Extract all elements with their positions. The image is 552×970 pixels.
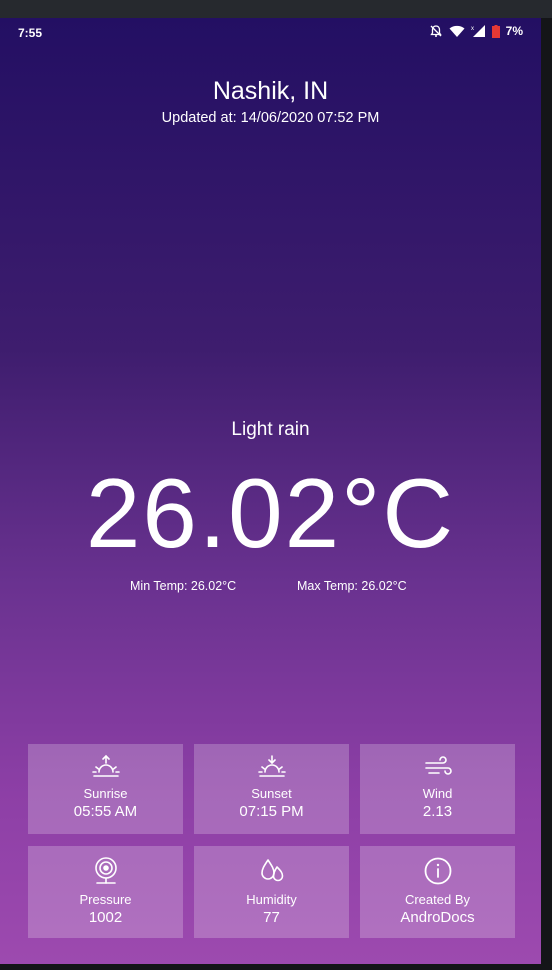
status-icons: x 7% — [429, 24, 523, 38]
status-bar: 7:55 x 7% — [0, 18, 541, 48]
max-temp: Max Temp: 26.02°C — [297, 579, 407, 593]
temperature: 26.02°C — [85, 458, 456, 568]
sunrise-value: 05:55 AM — [73, 803, 138, 820]
sunrise-tile: Sunrise 05:55 AM — [28, 744, 183, 834]
created-by-tile[interactable]: Created By AndroDocs — [360, 846, 515, 938]
sunset-tile: Sunset 07:15 PM — [194, 744, 349, 834]
screen-edge-bottom — [0, 964, 552, 970]
sunrise-label: Sunrise — [83, 786, 128, 801]
humidity-value: 77 — [263, 909, 280, 926]
pressure-label: Pressure — [79, 892, 132, 907]
created-by-value: AndroDocs — [400, 909, 475, 926]
humidity-label: Humidity — [246, 892, 297, 907]
sunset-value: 07:15 PM — [239, 803, 304, 820]
updated-at: Updated at: 14/06/2020 07:52 PM — [161, 110, 380, 126]
pressure-tile: Pressure 1002 — [28, 846, 183, 938]
humidity-tile: Humidity 77 — [194, 846, 349, 938]
location-header: Nashik, IN Updated at: 14/06/2020 07:52 … — [0, 76, 541, 126]
signal-icon: x — [471, 24, 486, 38]
humidity-icon — [257, 856, 287, 892]
mute-icon — [429, 24, 443, 38]
wind-label: Wind — [422, 786, 453, 801]
details-grid: Sunrise 05:55 AM Sunset 07:15 PM Wind 2.… — [28, 744, 515, 938]
sunset-icon — [257, 754, 287, 786]
sunset-label: Sunset — [251, 786, 292, 801]
wind-value: 2.13 — [422, 803, 453, 820]
wifi-icon — [449, 25, 465, 38]
pressure-value: 1002 — [88, 909, 123, 926]
battery-icon — [491, 24, 500, 38]
battery-percent: 7% — [505, 24, 523, 38]
wind-tile: Wind 2.13 — [360, 744, 515, 834]
city-name: Nashik, IN — [212, 77, 329, 105]
sunrise-icon — [91, 754, 121, 786]
weather-status: Light rain — [231, 419, 310, 440]
window-top-bar — [0, 0, 552, 18]
info-icon — [423, 856, 453, 892]
wind-icon — [423, 754, 453, 786]
screen-edge-right — [541, 18, 552, 970]
min-temp: Min Temp: 26.02°C — [130, 579, 237, 593]
status-time: 7:55 — [18, 26, 43, 40]
pressure-icon — [91, 856, 121, 892]
created-by-label: Created By — [404, 892, 471, 907]
svg-text:x: x — [471, 26, 474, 32]
weather-screen: 7:55 x 7% Nashik, IN Updated at: 14/06/2… — [0, 18, 541, 964]
